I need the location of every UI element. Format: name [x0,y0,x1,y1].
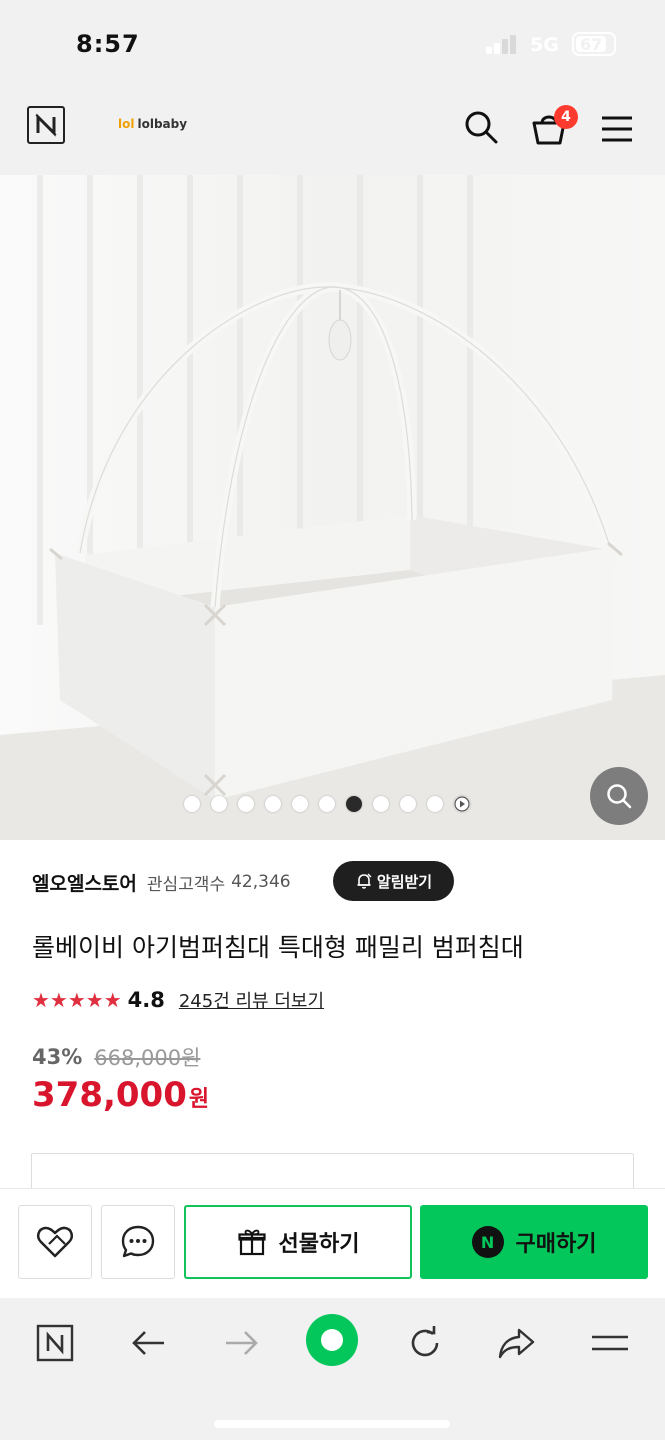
pagination-dot[interactable] [292,796,308,812]
image-pagination[interactable] [184,796,470,812]
product-image[interactable] [0,175,665,840]
product-title: 롤베이비 아기범퍼침대 특대형 패밀리 범퍼침대 [32,933,524,962]
share-icon[interactable] [492,1318,542,1368]
pagination-dot[interactable] [373,796,389,812]
pagination-dot[interactable] [265,796,281,812]
gift-icon [237,1229,266,1256]
back-arrow-icon[interactable] [124,1318,174,1368]
wishlist-button[interactable] [18,1205,92,1279]
pagination-dot[interactable] [319,796,335,812]
brand-name: lolbaby [137,117,188,131]
store-header: lol lolbaby 4 [0,90,665,175]
green-dot-button[interactable] [306,1314,358,1366]
zoom-button[interactable] [590,767,648,825]
refresh-icon[interactable] [400,1318,450,1368]
battery-icon: 67 [572,32,616,56]
zoom-icon [607,784,632,809]
naver-pay-icon: N [471,1226,504,1258]
search-icon[interactable] [460,106,502,148]
status-time: 8:57 [76,30,140,58]
rating-row: ★★★★★ 4.8 245건 리뷰 더보기 [32,985,324,1015]
play-icon[interactable] [454,796,470,812]
pagination-dot[interactable] [238,796,254,812]
battery-level: 67 [580,35,603,54]
store-name[interactable]: 엘오엘스토어 [32,869,137,896]
browser-toolbar [0,1298,665,1440]
star-rating-icon: ★★★★★ [32,988,122,1012]
naver-home-icon[interactable] [30,1318,80,1368]
sale-price: 378,000 [32,1075,187,1115]
currency-label: 원 [188,1087,210,1112]
bell-icon [357,873,372,889]
chat-icon [121,1225,155,1258]
talk-button[interactable] [101,1205,175,1279]
home-indicator[interactable] [214,1420,450,1428]
rating-value: 4.8 [127,988,165,1012]
followers-label: 관심고객수 [146,874,226,895]
gift-button[interactable]: 선물하기 [184,1205,412,1279]
brand-logo[interactable]: lol lolbaby [118,117,187,131]
reviews-link[interactable]: 245건 리뷰 더보기 [179,987,324,1013]
forward-arrow-icon[interactable] [216,1318,266,1368]
network-label: 5G [530,34,559,56]
bumper-bed-illustration [0,175,665,840]
gift-label: 선물하기 [278,1232,360,1257]
brand-mark: lol [118,117,135,131]
notification-button[interactable]: 알림받기 [333,861,454,901]
discount-rate: 43% [32,1045,83,1069]
discount-row: 43% 668,000원 [32,1042,200,1072]
pagination-dot[interactable] [427,796,443,812]
browser-menu-icon[interactable] [585,1318,635,1368]
signal-icon [486,34,520,54]
menu-icon[interactable] [598,110,636,148]
notification-label: 알림받기 [376,872,433,891]
buy-label: 구매하기 [515,1232,597,1257]
heart-icon [36,1226,74,1258]
price-row: 378,000 원 [32,1075,209,1119]
purchase-action-bar: 선물하기 N 구매하기 [0,1188,665,1298]
cart-count-badge: 4 [554,105,578,129]
store-info: 엘오엘스토어 관심고객수 42,346 [32,862,291,902]
pagination-dot-active[interactable] [346,796,362,812]
pagination-dot[interactable] [184,796,200,812]
status-bar: 8:57 5G 67 [0,0,665,90]
pagination-dot[interactable] [211,796,227,812]
followers-count: 42,346 [231,872,291,892]
naver-logo-icon[interactable] [27,106,65,144]
buy-button[interactable]: N 구매하기 [420,1205,648,1279]
original-price: 668,000원 [94,1046,201,1070]
pagination-dot[interactable] [400,796,416,812]
